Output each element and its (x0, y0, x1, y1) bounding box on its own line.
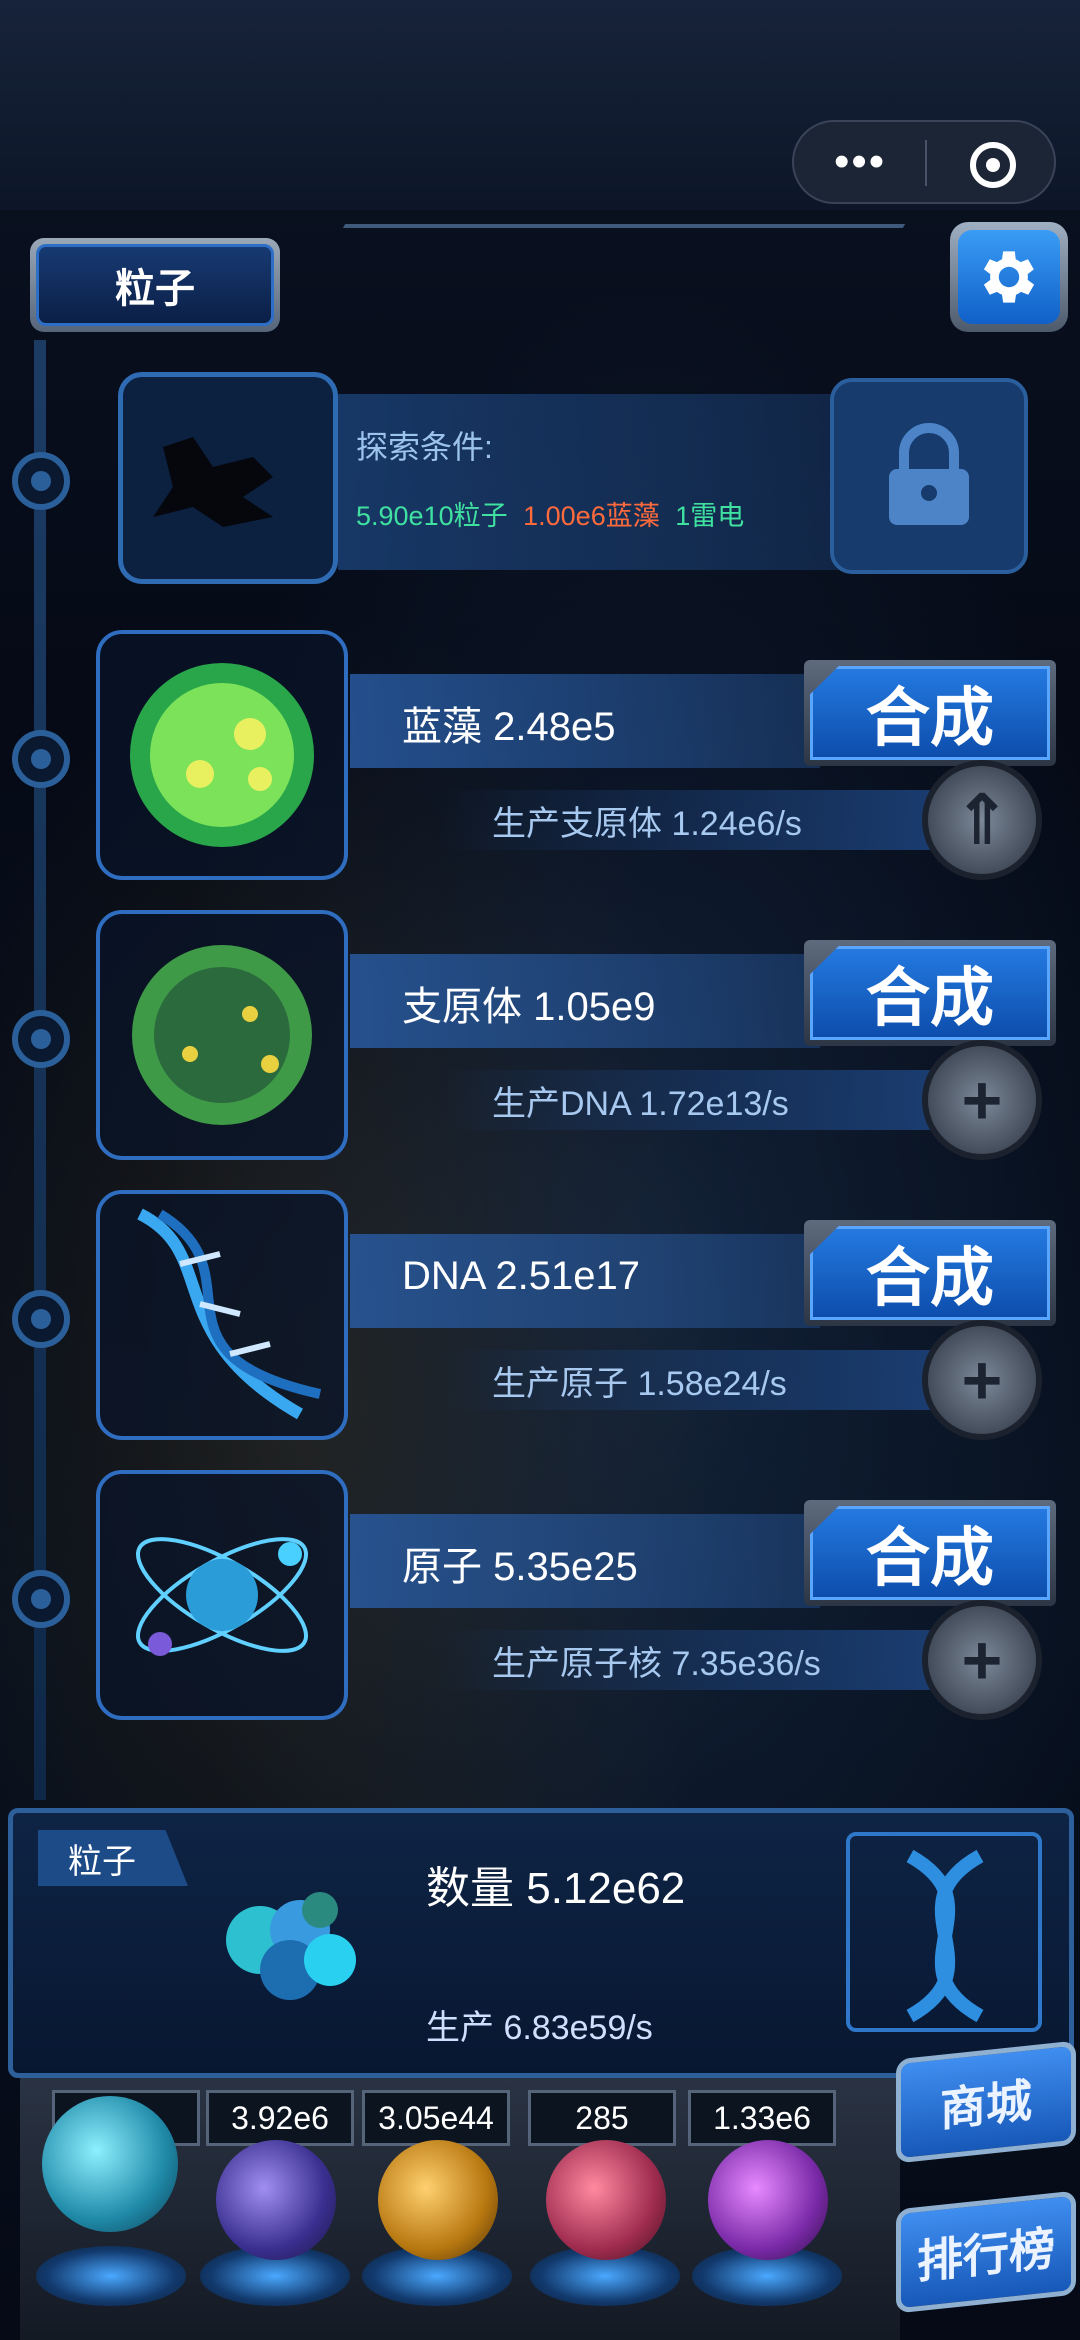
synthesize-label: 合成 (810, 666, 1050, 760)
particle-orb-icon[interactable] (42, 2096, 178, 2232)
panel-label: 粒子 (38, 1830, 188, 1886)
item-row-mycoplasma: 支原体 1.05e9 生产DNA 1.72e13/s 合成 + (0, 910, 1080, 1170)
pedestal (36, 2246, 186, 2306)
particle-cluster-icon (226, 1892, 356, 2000)
synthesize-button[interactable]: 合成 (804, 940, 1056, 1046)
item-production: 生产DNA 1.72e13/s (492, 1085, 789, 1123)
locked-item-thumbnail (118, 372, 338, 584)
rail-lock-node (12, 452, 70, 510)
capsule-divider (925, 140, 927, 186)
synthesize-button[interactable]: 合成 (804, 1500, 1056, 1606)
brain-orb-icon[interactable] (546, 2140, 666, 2260)
page-title: 粒子 (36, 244, 274, 326)
resource-value-vortex: 1.33e6 (688, 2090, 836, 2146)
settings-button[interactable] (950, 222, 1068, 332)
item-name: 原子 5.35e25 (402, 1545, 638, 1589)
cyanobacteria-icon (96, 630, 348, 880)
plus-icon: + (961, 1341, 1003, 1419)
star-orb-icon[interactable] (378, 2140, 498, 2260)
mycoplasma-icon (96, 910, 348, 1160)
close-icon[interactable] (970, 142, 1016, 188)
current-tab[interactable]: 粒子 (30, 238, 280, 332)
resource-quantity: 数量 5.12e62 (426, 1864, 686, 1913)
vortex-orb-icon[interactable] (708, 2140, 828, 2260)
synthesize-label: 合成 (810, 1226, 1050, 1320)
item-production: 生产原子 1.58e24/s (492, 1365, 787, 1403)
item-production: 生产原子核 7.35e36/s (492, 1645, 821, 1683)
more-icon[interactable]: ••• (834, 140, 886, 184)
silhouette-icon (153, 437, 273, 527)
upgrade-button[interactable]: ⇑ (922, 760, 1042, 880)
item-name: 支原体 1.05e9 (402, 985, 656, 1029)
atom-icon (96, 1470, 348, 1720)
item-row-dna: DNA 2.51e17 生产原子 1.58e24/s 合成 + (0, 1190, 1080, 1450)
item-row-cyanobacteria: 蓝藻 2.48e5 生产支原体 1.24e6/s 合成 ⇑ (0, 630, 1080, 890)
thunder-orb-icon[interactable] (216, 2140, 336, 2260)
mini-program-capsule: ••• (792, 120, 1056, 204)
item-production: 生产支原体 1.24e6/s (492, 805, 802, 843)
locked-info-bar (338, 394, 848, 570)
dna-emblem-icon (846, 1832, 1042, 2032)
add-button[interactable]: + (922, 1040, 1042, 1160)
plus-icon: + (961, 1621, 1003, 1699)
upgrade-icon: ⇑ (952, 781, 1012, 859)
lock-icon (889, 423, 969, 525)
synthesize-button[interactable]: 合成 (804, 1220, 1056, 1326)
dna-icon (96, 1190, 348, 1440)
ranking-button[interactable]: 排行榜 (896, 2190, 1076, 2314)
resource-value-thunder: 3.92e6 (206, 2090, 354, 2146)
item-name: DNA 2.51e17 (402, 1254, 640, 1298)
unlock-button[interactable] (830, 378, 1028, 574)
add-button[interactable]: + (922, 1600, 1042, 1720)
gear-icon (983, 251, 1035, 303)
shop-button[interactable]: 商城 (896, 2040, 1076, 2164)
condition-label: 探索条件: (356, 429, 493, 465)
resource-value-brain: 285 (528, 2090, 676, 2146)
synthesize-label: 合成 (810, 946, 1050, 1040)
condition-thunder: 1雷电 (675, 501, 745, 531)
resource-value-star: 3.05e44 (362, 2090, 510, 2146)
item-row-atom: 原子 5.35e25 生产原子核 7.35e36/s 合成 + (0, 1470, 1080, 1730)
add-button[interactable]: + (922, 1320, 1042, 1440)
synthesize-button[interactable]: 合成 (804, 660, 1056, 766)
item-name: 蓝藻 2.48e5 (402, 705, 616, 749)
synthesize-label: 合成 (810, 1506, 1050, 1600)
condition-list: 5.90e10粒子 1.00e6蓝藻 1雷电 (356, 494, 744, 533)
condition-cyanobacteria: 1.00e6蓝藻 (523, 501, 660, 531)
resource-production: 生产 6.83e59/s (426, 2009, 653, 2047)
plus-icon: + (961, 1061, 1003, 1139)
condition-particle: 5.90e10粒子 (356, 501, 508, 531)
